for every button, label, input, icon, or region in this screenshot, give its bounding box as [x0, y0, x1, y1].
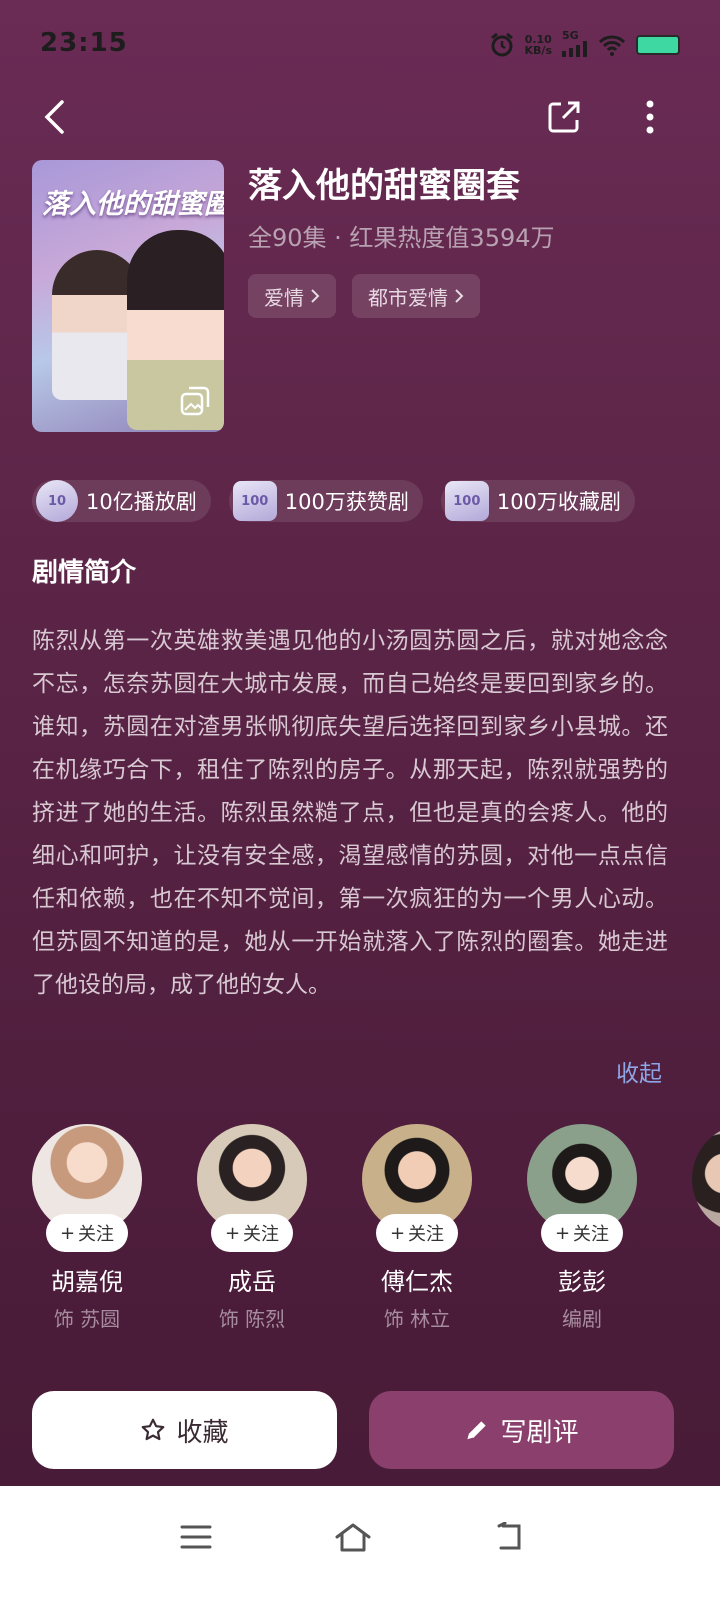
tag-label: 都市爱情 — [368, 285, 448, 310]
cast-member[interactable]: + 关注 彭彭 编剧 — [527, 1124, 637, 1332]
signal-5g: 5G — [562, 30, 588, 59]
cast-name: 胡嘉倪 — [51, 1268, 123, 1296]
drama-meta: 全90集 · 红果热度值3594万 — [248, 224, 555, 252]
favorite-button[interactable]: 收藏 — [32, 1391, 337, 1469]
chevron-right-icon — [311, 289, 320, 303]
plus-icon: + — [389, 1222, 406, 1244]
cast-name: 傅仁杰 — [381, 1268, 453, 1296]
badge-medal-icon: 100 — [232, 481, 277, 521]
favorite-label: 收藏 — [176, 1417, 229, 1448]
wifi-icon — [598, 35, 626, 56]
back-arrow-icon — [497, 1522, 521, 1550]
follow-button[interactable]: + 关注 — [376, 1214, 458, 1252]
pencil-icon — [467, 1421, 487, 1441]
write-review-button[interactable]: 写剧评 — [369, 1391, 674, 1469]
more-vertical-icon — [646, 100, 654, 134]
synopsis-heading: 剧情简介 — [32, 558, 137, 588]
synopsis-text: 陈烈从第一次英雄救美遇见他的小汤圆苏圆之后，就对她念念不忘，怎奈苏圆在大城市发展… — [32, 628, 668, 998]
achievement-badges: 10 10亿播放剧 100 100万获赞剧 100 100万收藏剧 — [32, 480, 635, 522]
plus-icon: + — [224, 1222, 241, 1244]
signal-icon — [562, 41, 587, 57]
back-nav-button[interactable] — [486, 1512, 536, 1562]
drama-poster[interactable]: 落入他的甜蜜圈套 — [32, 160, 224, 432]
badge-label: 10亿播放剧 — [86, 490, 197, 514]
status-icons: 0.10 KB/s 5G — [489, 30, 680, 59]
gallery-icon — [180, 386, 210, 416]
badge-likes: 100 100万获赞剧 — [228, 480, 423, 522]
status-bar: 23:15 0.10 KB/s 5G — [0, 0, 720, 88]
badge-views: 10 10亿播放剧 — [32, 480, 211, 522]
star-outline-icon — [142, 1418, 165, 1441]
cast-member-partial[interactable] — [692, 1124, 720, 1234]
follow-button[interactable]: + 关注 — [211, 1214, 293, 1252]
back-button[interactable] — [32, 95, 76, 139]
poster-title: 落入他的甜蜜圈套 — [42, 189, 224, 220]
menu-icon — [180, 1525, 212, 1549]
share-icon — [548, 101, 580, 133]
cast-name: 成岳 — [228, 1268, 276, 1296]
badge-label: 100万获赞剧 — [284, 490, 409, 514]
tag-urban-romance[interactable]: 都市爱情 — [352, 274, 480, 318]
plus-icon: + — [554, 1222, 571, 1244]
cast-role: 饰 林立 — [383, 1307, 451, 1331]
cast-list: + 关注 胡嘉倪 饰 苏圆 + 关注 成岳 饰 陈烈 + 关注 傅仁杰 饰 林立 + 关… — [32, 1124, 720, 1344]
badge-medal-icon: 10 — [36, 480, 78, 522]
status-time: 23:15 — [40, 28, 128, 58]
network-speed: 0.10 KB/s — [524, 32, 552, 57]
menu-nav-button[interactable] — [171, 1512, 221, 1562]
cast-role: 饰 苏圆 — [53, 1307, 121, 1331]
cast-name: 彭彭 — [558, 1268, 606, 1296]
cast-member[interactable]: + 关注 成岳 饰 陈烈 — [197, 1124, 307, 1332]
battery-icon — [636, 34, 680, 55]
chevron-left-icon — [44, 100, 64, 134]
avatar[interactable] — [692, 1124, 720, 1234]
cast-member[interactable]: + 关注 傅仁杰 饰 林立 — [362, 1124, 472, 1332]
more-button[interactable] — [628, 95, 672, 139]
chevron-right-icon — [455, 289, 464, 303]
badge-label: 100万收藏剧 — [496, 490, 621, 514]
cast-role: 编剧 — [562, 1307, 602, 1331]
cast-member[interactable]: + 关注 胡嘉倪 饰 苏圆 — [32, 1124, 142, 1332]
follow-button[interactable]: + 关注 — [541, 1214, 623, 1252]
alarm-icon — [490, 32, 513, 56]
write-review-label: 写剧评 — [500, 1417, 579, 1448]
follow-button[interactable]: + 关注 — [46, 1214, 128, 1252]
share-button[interactable] — [542, 95, 586, 139]
tag-label: 爱情 — [264, 285, 304, 310]
system-nav-bar — [0, 1486, 720, 1600]
home-icon — [335, 1523, 371, 1552]
cast-role: 饰 陈烈 — [218, 1307, 286, 1331]
top-bar — [0, 95, 720, 145]
drama-title: 落入他的甜蜜圈套 — [248, 166, 520, 206]
badge-favorites: 100 100万收藏剧 — [440, 480, 635, 522]
home-nav-button[interactable] — [328, 1512, 378, 1562]
collapse-link[interactable]: 收起 — [616, 1054, 662, 1088]
plus-icon: + — [59, 1222, 76, 1244]
badge-medal-icon: 100 — [444, 481, 489, 521]
tag-romance[interactable]: 爱情 — [248, 274, 336, 318]
genre-tags: 爱情 都市爱情 — [248, 274, 480, 318]
